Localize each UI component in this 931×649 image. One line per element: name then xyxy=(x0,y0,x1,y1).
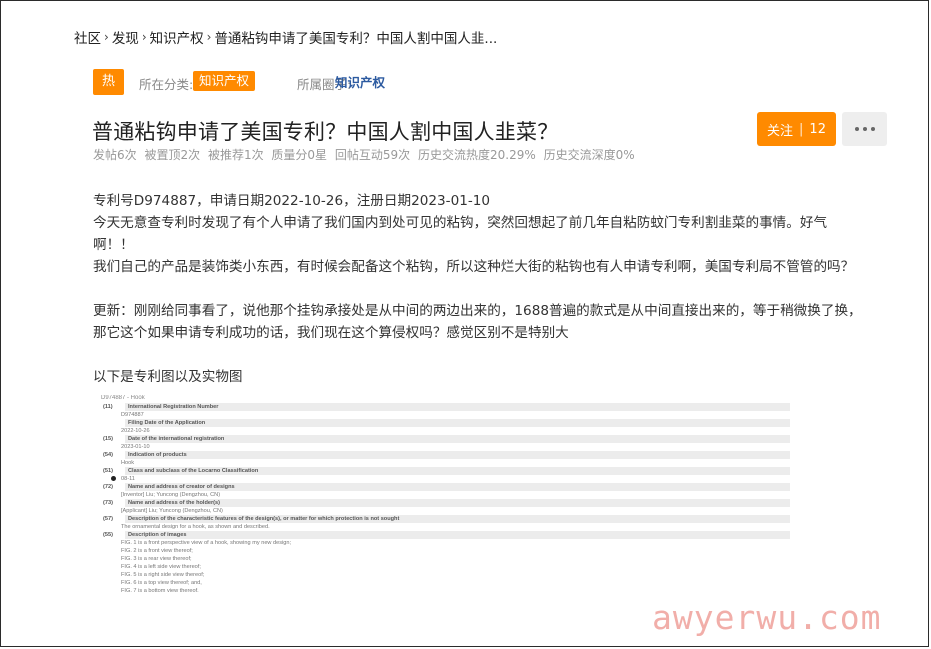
breadcrumb-current: 普通粘钩申请了美国专利？中国人割中国人韭... xyxy=(214,31,498,47)
circle-link[interactable]: 知识产权 xyxy=(335,72,385,91)
more-dots-icon xyxy=(862,127,867,131)
hot-badge: 热 xyxy=(93,69,124,95)
stat-quality: 质量分0星 xyxy=(271,148,328,162)
patent-field-number: (57) xyxy=(103,516,113,522)
patent-field-number: (72) xyxy=(103,484,113,490)
patent-field-value: 2022-10-26 xyxy=(121,428,150,434)
stat-heat: 历史交流热度20.29% xyxy=(417,148,536,162)
stat-recommended: 被推荐1次 xyxy=(207,148,264,162)
patent-field-label: Name and address of creator of designs xyxy=(125,483,790,491)
content-line: 以下是专利图以及实物图 xyxy=(93,369,243,385)
breadcrumb-ip[interactable]: 知识产权 xyxy=(150,31,204,47)
patent-field-number: (73) xyxy=(103,500,113,506)
patent-field-label: Class and subclass of the Locarno Classi… xyxy=(125,467,790,475)
follow-divider: | xyxy=(799,121,804,137)
patent-field-label: Indication of products xyxy=(125,451,790,459)
patent-field-row: (73) Name and address of the holder(s) xyxy=(95,499,795,507)
patent-field-row: (57) Description of the characteristic fe… xyxy=(95,515,795,523)
patent-field-value: FIG. 3 is a rear view thereof; xyxy=(121,556,192,562)
post-stats: 发帖6次 被置顶2次 被推荐1次 质量分0星 回帖互动59次 历史交流热度20.… xyxy=(93,146,639,163)
stat-posts: 发帖6次 xyxy=(93,148,137,162)
patent-field-row: (11) International Registration Number xyxy=(95,403,795,411)
follow-button[interactable]: 关注 | 12 xyxy=(757,112,836,146)
patent-field-value: 08-11 xyxy=(95,475,795,483)
patent-field-label: Date of the international registration xyxy=(125,435,790,443)
patent-field-label: International Registration Number xyxy=(125,403,790,411)
patent-field-label: Description of the characteristic featur… xyxy=(125,515,790,523)
patent-field-value: FIG. 2 is a front view thereof; xyxy=(121,548,193,554)
breadcrumb-discover[interactable]: 发现 xyxy=(112,31,139,47)
more-dots-icon xyxy=(870,127,875,131)
patent-field-row: (54) Indication of products xyxy=(95,451,795,459)
patent-header: D974887 - Hook xyxy=(101,395,145,401)
patent-field-label: Filing Date of the Application xyxy=(125,419,790,427)
content-line: 那它这个如果申请专利成功的话，我们现在这个算侵权吗？感觉区别不是特别大 xyxy=(93,325,569,341)
patent-field-number: (54) xyxy=(103,452,113,458)
patent-field-number: (51) xyxy=(103,468,113,474)
patent-field-row: (15) Date of the international registrati… xyxy=(95,435,795,443)
patent-field-number: (11) xyxy=(103,404,113,410)
stat-replies: 回帖互动59次 xyxy=(334,148,411,162)
patent-field-value: FIG. 1 is a front perspective view of a … xyxy=(121,540,292,546)
post-title: 普通粘钩申请了美国专利？中国人割中国人韭菜？ xyxy=(92,120,559,144)
chevron-right-icon: › xyxy=(206,30,212,44)
follow-count: 12 xyxy=(809,121,826,137)
content-line: 更新：刚刚给同事看了，说他那个挂钩承接处是从中间的两边出来的，1688普遍的款式… xyxy=(93,303,862,319)
breadcrumb: 社区 › 发现 › 知识产权 › 普通粘钩申请了美国专利？中国人割中国人韭... xyxy=(74,27,497,47)
content-line: 专利号D974887，申请日期2022-10-26，注册日期2023-01-10 xyxy=(93,193,491,209)
content-line: 今天无意查专利时发现了有个人申请了我们国内到处可见的粘钩，突然回想起了前几年自粘… xyxy=(93,215,828,231)
patent-field-number xyxy=(95,419,125,427)
patent-field-row: (55) Description of images xyxy=(95,531,795,539)
patent-field-value: Hook xyxy=(121,460,135,466)
patent-field-value: [Applicant] Liu; Yuncong (Dengzhou, CN) xyxy=(121,508,223,514)
category-label: 所在分类: xyxy=(139,77,194,92)
patent-field-number: (55) xyxy=(103,532,113,538)
category-tag[interactable]: 知识产权 xyxy=(193,71,256,91)
content-line: 啊！！ xyxy=(93,237,134,253)
patent-field-value: The ornamental design for a hook, as sho… xyxy=(121,524,270,530)
patent-field-value: D974887 xyxy=(121,412,144,418)
breadcrumb-community[interactable]: 社区 xyxy=(74,31,101,47)
patent-field-row: (51) Class and subclass of the Locarno Cl… xyxy=(95,467,795,475)
patent-field-row: Filing Date of the Application xyxy=(95,419,795,427)
patent-field-value: FIG. 7 is a bottom view thereof. xyxy=(121,588,199,594)
stat-depth: 历史交流深度0% xyxy=(543,148,635,162)
stat-pinned: 被置顶2次 xyxy=(144,148,201,162)
patent-field-value: [Inventor] Liu; Yuncong (Dengzhou, CN) xyxy=(121,492,221,498)
post-content: 专利号D974887，申请日期2022-10-26，注册日期2023-01-10… xyxy=(93,190,883,388)
follow-label: 关注 xyxy=(767,123,794,139)
watermark: awyerwu.com xyxy=(652,598,882,637)
patent-field-value: FIG. 4 is a left side view thereof; xyxy=(121,564,201,570)
patent-field-label: Name and address of the holder(s) xyxy=(125,499,790,507)
patent-field-value: 2023-01-10 xyxy=(121,444,150,450)
patent-field-value: FIG. 5 is a right side view thereof; xyxy=(121,572,205,578)
patent-field-number: (15) xyxy=(103,436,113,442)
more-dots-icon xyxy=(854,127,859,131)
chevron-right-icon: › xyxy=(104,30,109,44)
more-options-button[interactable] xyxy=(842,112,887,146)
patent-field-value: FIG. 6 is a top view thereof; and, xyxy=(121,580,202,586)
patent-field-row: (72) Name and address of creator of desig… xyxy=(95,483,795,491)
content-line: 我们自己的产品是装饰类小东西，有时候会配备这个粘钩，所以这种烂大街的粘钩也有人申… xyxy=(93,259,855,275)
patent-field-label: Description of images xyxy=(125,531,790,539)
chevron-right-icon: › xyxy=(141,30,147,44)
